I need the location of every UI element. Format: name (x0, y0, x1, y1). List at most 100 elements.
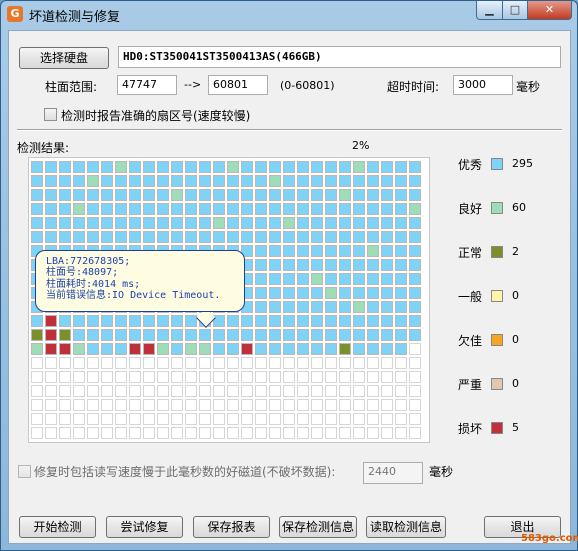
grid-cell[interactable] (45, 343, 57, 355)
grid-cell[interactable] (227, 399, 239, 411)
grid-cell[interactable] (381, 315, 393, 327)
grid-cell[interactable] (381, 357, 393, 369)
grid-cell[interactable] (87, 329, 99, 341)
grid-cell[interactable] (311, 175, 323, 187)
grid-cell[interactable] (185, 189, 197, 201)
grid-cell[interactable] (395, 399, 407, 411)
grid-cell[interactable] (283, 413, 295, 425)
grid-cell[interactable] (283, 217, 295, 229)
grid-cell[interactable] (213, 357, 225, 369)
grid-cell[interactable] (143, 399, 155, 411)
grid-cell[interactable] (381, 301, 393, 313)
grid-cell[interactable] (297, 259, 309, 271)
grid-cell[interactable] (297, 203, 309, 215)
grid-cell[interactable] (129, 413, 141, 425)
grid-cell[interactable] (269, 329, 281, 341)
grid-cell[interactable] (185, 399, 197, 411)
grid-cell[interactable] (269, 287, 281, 299)
grid-cell[interactable] (213, 343, 225, 355)
grid-cell[interactable] (353, 231, 365, 243)
grid-cell[interactable] (143, 189, 155, 201)
grid-cell[interactable] (311, 245, 323, 257)
grid-cell[interactable] (283, 399, 295, 411)
grid-cell[interactable] (213, 175, 225, 187)
grid-cell[interactable] (339, 189, 351, 201)
grid-cell[interactable] (45, 427, 57, 439)
grid-cell[interactable] (157, 329, 169, 341)
grid-cell[interactable] (395, 189, 407, 201)
grid-cell[interactable] (73, 399, 85, 411)
grid-cell[interactable] (395, 245, 407, 257)
grid-cell[interactable] (115, 231, 127, 243)
grid-cell[interactable] (381, 329, 393, 341)
grid-cell[interactable] (101, 315, 113, 327)
grid-cell[interactable] (115, 413, 127, 425)
grid-cell[interactable] (367, 315, 379, 327)
grid-cell[interactable] (87, 315, 99, 327)
grid-cell[interactable] (367, 273, 379, 285)
grid-cell[interactable] (255, 371, 267, 383)
grid-cell[interactable] (101, 385, 113, 397)
grid-cell[interactable] (283, 273, 295, 285)
grid-cell[interactable] (227, 413, 239, 425)
grid-cell[interactable] (269, 357, 281, 369)
grid-cell[interactable] (59, 175, 71, 187)
grid-cell[interactable] (269, 161, 281, 173)
grid-cell[interactable] (157, 413, 169, 425)
grid-cell[interactable] (143, 231, 155, 243)
grid-cell[interactable] (129, 189, 141, 201)
grid-cell[interactable] (87, 231, 99, 243)
grid-cell[interactable] (129, 217, 141, 229)
grid-cell[interactable] (45, 231, 57, 243)
grid-cell[interactable] (59, 203, 71, 215)
grid-cell[interactable] (339, 161, 351, 173)
grid-cell[interactable] (367, 399, 379, 411)
grid-cell[interactable] (255, 175, 267, 187)
grid-cell[interactable] (381, 273, 393, 285)
grid-cell[interactable] (311, 287, 323, 299)
grid-cell[interactable] (381, 245, 393, 257)
grid-cell[interactable] (255, 273, 267, 285)
grid-cell[interactable] (115, 203, 127, 215)
grid-cell[interactable] (199, 161, 211, 173)
grid-cell[interactable] (325, 217, 337, 229)
grid-cell[interactable] (339, 273, 351, 285)
grid-cell[interactable] (409, 385, 421, 397)
grid-cell[interactable] (311, 217, 323, 229)
grid-cell[interactable] (353, 357, 365, 369)
grid-cell[interactable] (129, 329, 141, 341)
grid-cell[interactable] (381, 161, 393, 173)
grid-cell[interactable] (367, 217, 379, 229)
grid-cell[interactable] (73, 217, 85, 229)
grid-cell[interactable] (31, 399, 43, 411)
grid-cell[interactable] (31, 203, 43, 215)
grid-cell[interactable] (185, 413, 197, 425)
grid-cell[interactable] (227, 371, 239, 383)
grid-cell[interactable] (185, 371, 197, 383)
grid-cell[interactable] (143, 217, 155, 229)
grid-cell[interactable] (31, 385, 43, 397)
grid-cell[interactable] (325, 385, 337, 397)
grid-cell[interactable] (115, 217, 127, 229)
grid-cell[interactable] (73, 427, 85, 439)
grid-cell[interactable] (45, 189, 57, 201)
grid-cell[interactable] (59, 357, 71, 369)
grid-cell[interactable] (115, 175, 127, 187)
grid-cell[interactable] (199, 175, 211, 187)
close-button[interactable]: ✕ (527, 1, 572, 20)
grid-cell[interactable] (409, 217, 421, 229)
grid-cell[interactable] (409, 273, 421, 285)
grid-cell[interactable] (325, 301, 337, 313)
grid-cell[interactable] (255, 189, 267, 201)
maximize-button[interactable]: □ (502, 1, 528, 20)
grid-cell[interactable] (227, 385, 239, 397)
grid-cell[interactable] (395, 413, 407, 425)
grid-cell[interactable] (59, 427, 71, 439)
grid-cell[interactable] (143, 371, 155, 383)
grid-cell[interactable] (395, 203, 407, 215)
grid-cell[interactable] (395, 259, 407, 271)
grid-cell[interactable] (199, 413, 211, 425)
grid-cell[interactable] (101, 161, 113, 173)
grid-cell[interactable] (395, 385, 407, 397)
grid-cell[interactable] (353, 413, 365, 425)
